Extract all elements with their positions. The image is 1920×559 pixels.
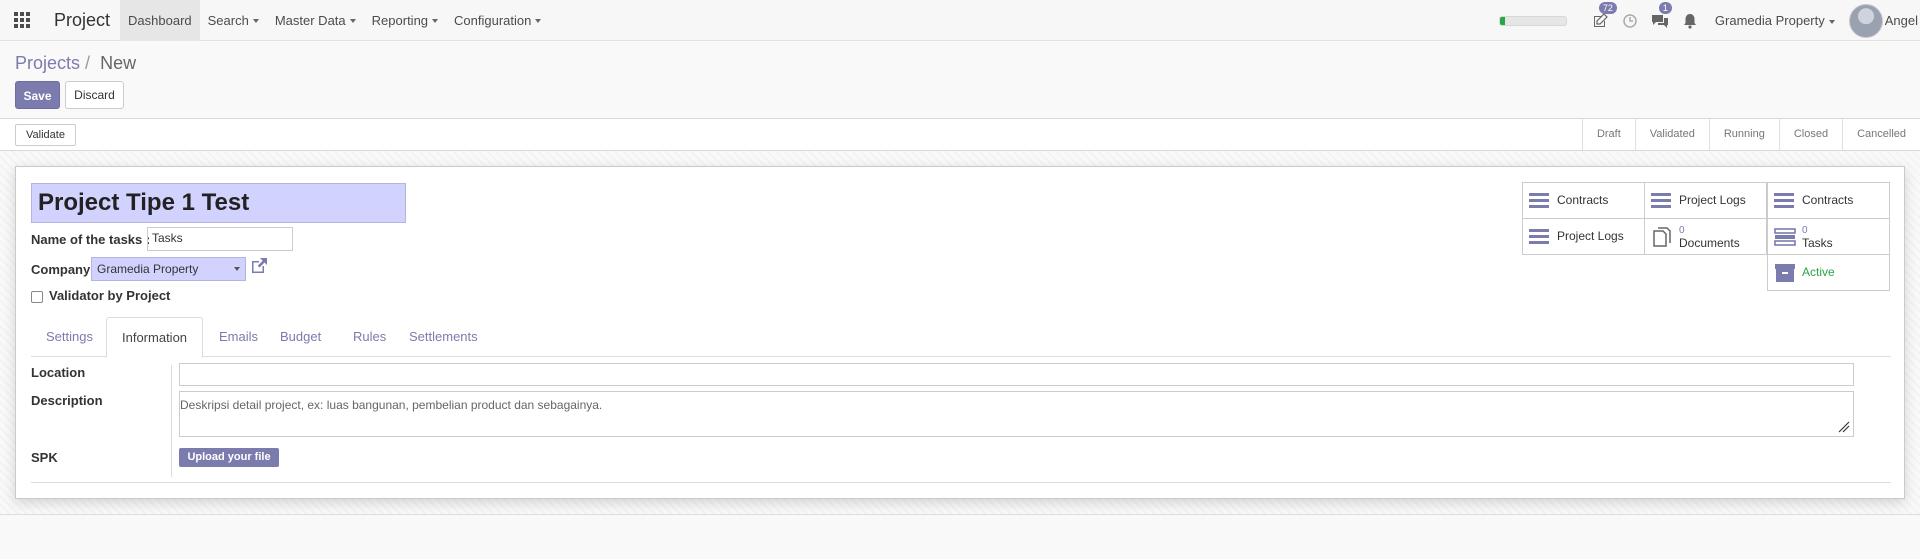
documents-label: Documents xyxy=(1679,235,1740,250)
tab-emails[interactable]: Emails xyxy=(204,317,273,357)
list-icon xyxy=(1651,193,1673,208)
tasks-name-label: Name of the tasks : xyxy=(31,232,151,247)
tasks-name-field[interactable]: Tasks xyxy=(147,227,293,251)
stage-closed[interactable]: Closed xyxy=(1778,119,1842,150)
validator-label: Validator by Project xyxy=(49,288,171,303)
breadcrumb-separator: / xyxy=(85,53,91,73)
caret-down-icon xyxy=(234,267,240,271)
tab-budget[interactable]: Budget xyxy=(265,317,336,357)
save-button[interactable]: Save xyxy=(15,81,60,109)
contracts-smart-button-2[interactable]: Contracts xyxy=(1767,182,1890,219)
caret-down-icon xyxy=(349,19,356,24)
discard-button[interactable]: Discard xyxy=(65,81,124,109)
menu-master-data[interactable]: Master Data xyxy=(267,0,364,41)
menu-configuration[interactable]: Configuration xyxy=(446,0,549,41)
tab-information[interactable]: Information xyxy=(106,317,204,358)
bell-icon[interactable] xyxy=(1675,0,1705,41)
contracts-smart-button[interactable]: Contracts xyxy=(1522,182,1645,219)
tasks-smart-button[interactable]: 0 Tasks xyxy=(1767,218,1890,255)
notebook-tabs: Settings Information Emails Budget Rules… xyxy=(31,317,1891,358)
company-select-value: Gramedia Property xyxy=(97,262,199,276)
avatar xyxy=(1848,3,1883,38)
tab-settlements[interactable]: Settlements xyxy=(394,317,493,357)
tab-settings[interactable]: Settings xyxy=(31,317,108,357)
resize-handle-icon[interactable] xyxy=(1838,421,1850,433)
activity-edit-icon[interactable]: 72 xyxy=(1585,0,1617,41)
location-label: Location xyxy=(31,365,86,380)
project-name-field[interactable]: Project Tipe 1 Test xyxy=(31,183,406,223)
breadcrumb: Projects / New xyxy=(15,53,136,74)
label-column-divider xyxy=(171,365,172,477)
progress-fill xyxy=(1499,16,1506,25)
app-name: Project xyxy=(54,9,111,30)
tab-rules[interactable]: Rules xyxy=(338,317,401,357)
apps-menu-icon[interactable] xyxy=(0,0,44,41)
location-field[interactable] xyxy=(179,363,1854,386)
documents-smart-button[interactable]: 0 Documents xyxy=(1644,218,1767,255)
menu-reporting[interactable]: Reporting xyxy=(364,0,446,41)
tasks-count: 0 xyxy=(1802,224,1808,236)
description-label: Description xyxy=(31,393,103,408)
company-label: Company xyxy=(31,262,91,277)
active-toggle-button[interactable]: Active xyxy=(1767,254,1890,291)
project-logs-smart-button[interactable]: Project Logs xyxy=(1644,182,1767,219)
caret-down-icon xyxy=(252,19,259,24)
stage-cancelled[interactable]: Cancelled xyxy=(1842,119,1920,150)
company-select[interactable]: Gramedia Property xyxy=(91,257,246,281)
messages-badge: 1 xyxy=(1658,2,1672,14)
stage-validated[interactable]: Validated xyxy=(1634,119,1709,150)
archive-icon xyxy=(1774,263,1796,283)
active-label: Active xyxy=(1802,265,1835,279)
top-navbar: Project Dashboard Search Master Data Rep… xyxy=(0,0,1920,41)
user-menu[interactable]: Angel xyxy=(1848,3,1920,38)
spk-label: SPK xyxy=(31,450,58,465)
documents-icon xyxy=(1651,226,1673,248)
form-sheet: Project Tipe 1 Test Name of the tasks : … xyxy=(15,166,1905,499)
status-bar: Validate Draft Validated Running Closed … xyxy=(0,118,1920,151)
list-icon xyxy=(1529,229,1551,244)
list-icon xyxy=(1529,193,1551,208)
tasks-icon xyxy=(1774,227,1796,247)
stage-draft[interactable]: Draft xyxy=(1581,119,1635,150)
user-name: Angel xyxy=(1884,13,1918,28)
sheet-divider xyxy=(31,482,1891,483)
validate-button[interactable]: Validate xyxy=(15,124,76,146)
smart-buttons: Contracts Project Logs Contracts Project… xyxy=(1522,182,1890,292)
menu-search[interactable]: Search xyxy=(200,0,267,41)
menu-dashboard[interactable]: Dashboard xyxy=(120,0,200,41)
stage-pipeline: Draft Validated Running Closed Cancelled xyxy=(1581,119,1920,150)
breadcrumb-projects-link[interactable]: Projects xyxy=(15,53,80,73)
project-logs-smart-button-2[interactable]: Project Logs xyxy=(1522,218,1645,255)
documents-count: 0 xyxy=(1679,224,1685,236)
company-switcher[interactable]: Gramedia Property xyxy=(1705,13,1849,28)
list-icon xyxy=(1774,193,1796,208)
caret-down-icon xyxy=(432,19,439,24)
clock-icon[interactable] xyxy=(1615,0,1645,41)
caret-down-icon xyxy=(1828,19,1835,24)
external-link-icon[interactable] xyxy=(249,256,271,278)
breadcrumb-current: New xyxy=(100,53,137,73)
tasks-label: Tasks xyxy=(1802,235,1833,250)
stage-running[interactable]: Running xyxy=(1708,119,1779,150)
onboarding-progress-bar[interactable] xyxy=(1498,15,1567,26)
upload-file-button[interactable]: Upload your file xyxy=(179,448,279,467)
messages-icon[interactable]: 1 xyxy=(1645,0,1675,41)
description-placeholder: Deskripsi detail project, ex: luas bangu… xyxy=(180,398,603,412)
validator-checkbox[interactable] xyxy=(31,291,43,303)
caret-down-icon xyxy=(535,19,542,24)
